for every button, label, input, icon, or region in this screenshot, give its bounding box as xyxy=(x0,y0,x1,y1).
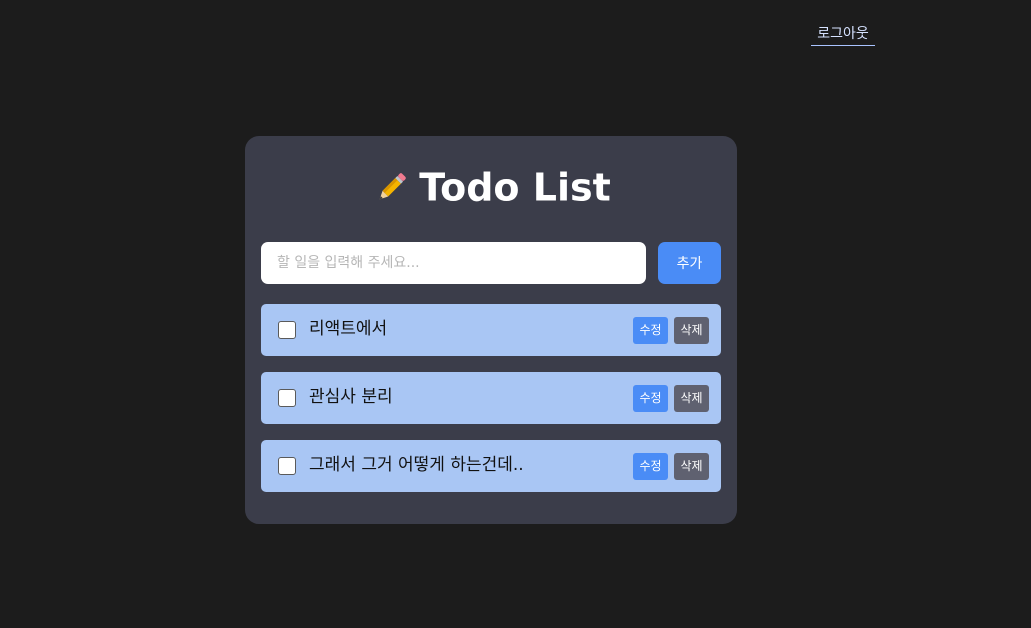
todo-item: 관심사 분리 수정 삭제 xyxy=(261,372,721,424)
pencil-icon xyxy=(371,168,411,208)
todo-checkbox[interactable] xyxy=(278,457,296,475)
todo-checkbox[interactable] xyxy=(278,321,296,339)
page-title: Todo List xyxy=(245,160,737,213)
edit-button[interactable]: 수정 xyxy=(633,317,668,344)
todo-text: 관심사 분리 xyxy=(309,387,393,407)
todo-text: 그래서 그거 어떻게 하는건데.. xyxy=(309,455,524,475)
todo-input[interactable] xyxy=(261,242,646,284)
todo-item: 리액트에서 수정 삭제 xyxy=(261,304,721,356)
todo-checkbox[interactable] xyxy=(278,389,296,407)
todo-list: 리액트에서 수정 삭제 관심사 분리 수정 삭제 그래서 그거 어떻게 하는건데… xyxy=(261,304,721,508)
todo-item: 그래서 그거 어떻게 하는건데.. 수정 삭제 xyxy=(261,440,721,492)
delete-button[interactable]: 삭제 xyxy=(674,453,709,480)
add-button[interactable]: 추가 xyxy=(658,242,721,284)
logout-link[interactable]: 로그아웃 xyxy=(811,24,875,46)
edit-button[interactable]: 수정 xyxy=(633,453,668,480)
delete-button[interactable]: 삭제 xyxy=(674,317,709,344)
delete-button[interactable]: 삭제 xyxy=(674,385,709,412)
add-todo-row: 추가 xyxy=(261,242,721,284)
todo-card: Todo List 추가 리액트에서 수정 삭제 관심사 분리 수정 삭제 그래… xyxy=(245,136,737,524)
title-text: Todo List xyxy=(419,165,611,210)
edit-button[interactable]: 수정 xyxy=(633,385,668,412)
todo-text: 리액트에서 xyxy=(309,319,388,339)
